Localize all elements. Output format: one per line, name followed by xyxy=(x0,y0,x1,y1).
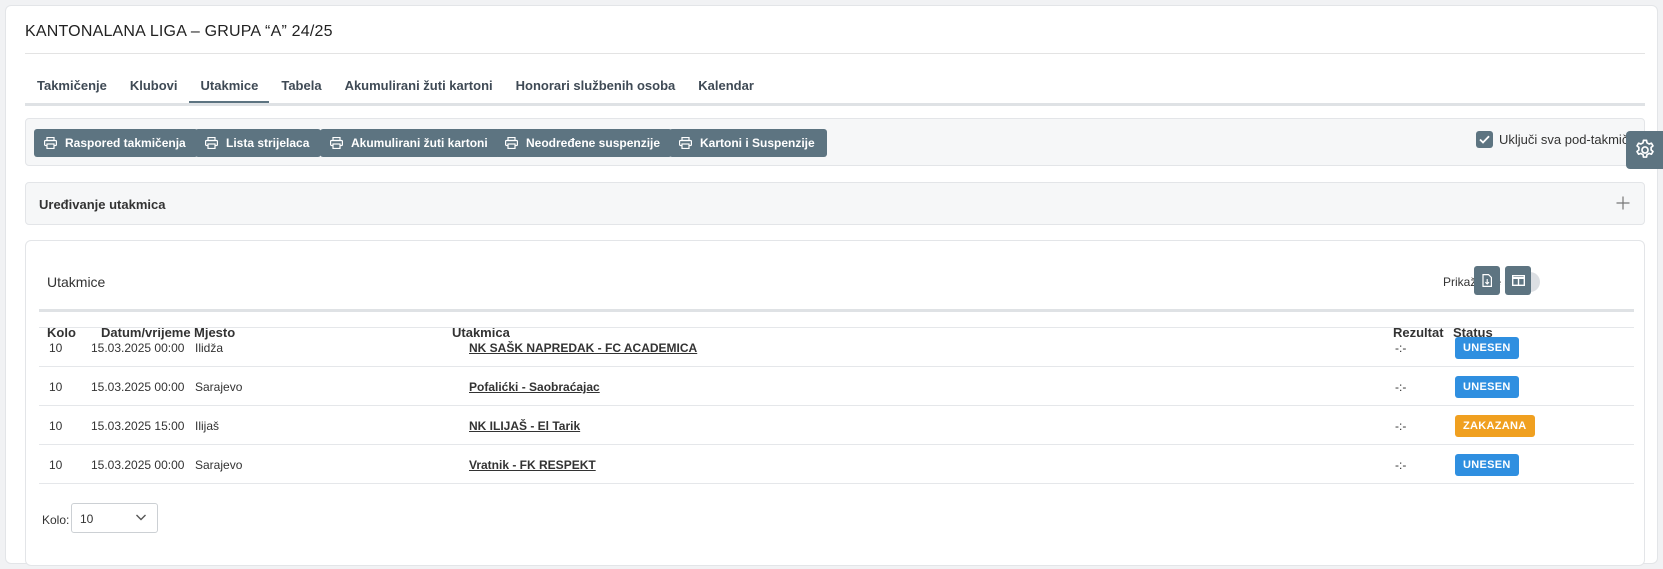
accordion-title: Uređivanje utakmica xyxy=(39,197,166,212)
match-link[interactable]: Pofalićki - Saobraćajac xyxy=(469,380,600,394)
printer-icon xyxy=(679,137,692,149)
cell-kolo: 10 xyxy=(49,458,63,472)
cell-result: -:- xyxy=(1395,458,1407,472)
cell-result: -:- xyxy=(1395,419,1407,433)
table-row: 10 15.03.2025 00:00 Sarajevo Vratnik - F… xyxy=(39,444,1634,484)
tabs-divider xyxy=(25,103,1645,106)
status-badge: ZAKAZANA xyxy=(1455,415,1535,437)
cell-result: -:- xyxy=(1395,341,1407,355)
print-raspored-label: Raspored takmičenja xyxy=(65,136,186,150)
competition-card: KANTONALANA LIGA – GRUPA “A” 24/25 Takmi… xyxy=(5,5,1658,566)
columns-icon xyxy=(1511,275,1525,286)
status-badge: UNESEN xyxy=(1455,376,1519,398)
cell-kolo: 10 xyxy=(49,341,63,355)
cell-datetime: 15.03.2025 00:00 xyxy=(91,458,185,472)
print-lista-strijelaca-button[interactable]: Lista strijelaca xyxy=(195,129,322,157)
columns-button[interactable] xyxy=(1505,266,1531,295)
tab-utakmice[interactable]: Utakmice xyxy=(188,76,270,104)
print-toolbar: Raspored takmičenja Lista strijelaca Aku… xyxy=(25,118,1645,166)
tab-klubovi[interactable]: Klubovi xyxy=(118,76,189,104)
print-kartoni-suspenzije-button[interactable]: Kartoni i Suspenzije xyxy=(669,129,827,157)
status-badge: UNESEN xyxy=(1455,454,1519,476)
include-subcompetitions-checkbox[interactable]: Uključi sva pod-takmičenja xyxy=(1476,131,1644,148)
chevron-down-icon xyxy=(136,514,146,521)
cell-datetime: 15.03.2025 15:00 xyxy=(91,419,185,433)
tab-honorari-sluzbenih-osoba[interactable]: Honorari službenih osoba xyxy=(504,76,687,104)
cell-datetime: 15.03.2025 00:00 xyxy=(91,380,185,394)
printer-icon xyxy=(205,137,218,149)
include-subcompetitions-label: Uključi sva pod-takmičenja xyxy=(1499,132,1644,147)
checkbox-checked-icon xyxy=(1476,131,1493,148)
matches-title: Utakmice xyxy=(47,274,106,290)
print-akumulirani-kartoni-button[interactable]: Akumulirani žuti kartoni xyxy=(320,129,500,157)
print-lista-strijelaca-label: Lista strijelaca xyxy=(226,136,310,150)
match-link[interactable]: Vratnik - FK RESPEKT xyxy=(469,458,596,472)
cell-kolo: 10 xyxy=(49,380,63,394)
tab-tabela[interactable]: Tabela xyxy=(269,76,332,104)
export-file-button[interactable] xyxy=(1474,266,1500,295)
print-kartoni-suspenzije-label: Kartoni i Suspenzije xyxy=(700,136,815,150)
printer-icon xyxy=(44,137,57,149)
kolo-select-value: 10 xyxy=(80,512,94,526)
print-akumulirani-kartoni-label: Akumulirani žuti kartoni xyxy=(351,136,488,150)
printer-icon xyxy=(330,137,343,149)
print-neodredene-suspenzije-label: Neodređene suspenzije xyxy=(526,136,661,150)
tab-takmicenje[interactable]: Takmičenje xyxy=(25,76,118,104)
kolo-select[interactable]: 10 xyxy=(71,503,158,533)
cell-place: Ilidža xyxy=(195,341,224,355)
table-row: 10 15.03.2025 00:00 Sarajevo Pofalićki -… xyxy=(39,366,1634,406)
printer-icon xyxy=(505,137,518,149)
title-divider xyxy=(25,53,1645,54)
kolo-filter-label: Kolo: xyxy=(42,513,70,527)
cell-place: Sarajevo xyxy=(195,380,243,394)
settings-gear-button[interactable] xyxy=(1626,131,1663,169)
matches-panel: Utakmice Prikaži sve Kolo Datum/vrijeme … xyxy=(25,240,1645,566)
gear-icon xyxy=(1635,139,1654,158)
cell-place: Sarajevo xyxy=(195,458,243,472)
print-raspored-button[interactable]: Raspored takmičenja xyxy=(34,129,198,157)
cell-kolo: 10 xyxy=(49,419,63,433)
plus-icon[interactable] xyxy=(1616,191,1630,216)
cell-datetime: 15.03.2025 00:00 xyxy=(91,341,185,355)
table-row: 10 15.03.2025 00:00 Ilidža NK SAŠK NAPRE… xyxy=(39,327,1634,367)
page-title: KANTONALANA LIGA – GRUPA “A” 24/25 xyxy=(25,23,333,40)
cell-place: Ilijaš xyxy=(195,419,220,433)
edit-matches-accordion[interactable]: Uređivanje utakmica xyxy=(25,182,1645,225)
tab-bar: Takmičenje Klubovi Utakmice Tabela Akumu… xyxy=(25,76,765,106)
table-row: 10 15.03.2025 15:00 Ilijaš NK ILIJAŠ - E… xyxy=(39,405,1634,445)
match-link[interactable]: NK ILIJAŠ - El Tarik xyxy=(469,419,580,433)
table-header-divider xyxy=(39,309,1634,312)
status-badge: UNESEN xyxy=(1455,337,1519,359)
cell-result: -:- xyxy=(1395,380,1407,394)
file-export-icon xyxy=(1482,274,1492,287)
tab-kalendar[interactable]: Kalendar xyxy=(686,76,765,104)
tab-akumulirani-zuti-kartoni[interactable]: Akumulirani žuti kartoni xyxy=(333,76,504,104)
match-link[interactable]: NK SAŠK NAPREDAK - FC ACADEMICA xyxy=(469,341,697,355)
print-neodredene-suspenzije-button[interactable]: Neodređene suspenzije xyxy=(495,129,673,157)
